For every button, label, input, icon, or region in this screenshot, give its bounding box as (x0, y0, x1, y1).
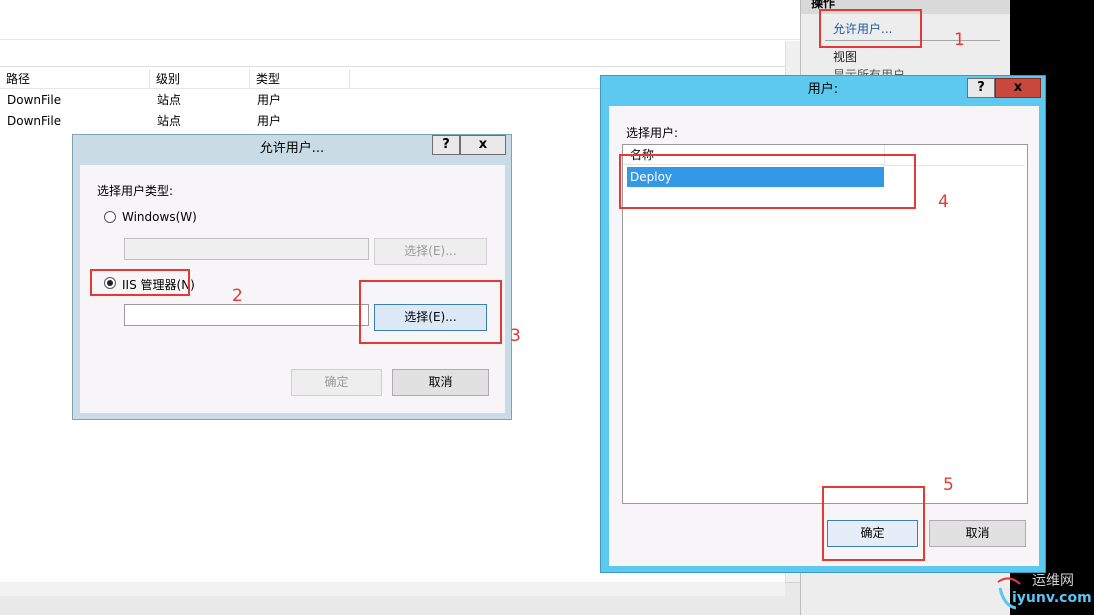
close-button[interactable]: x (995, 78, 1041, 98)
annotation-number-1: 1 (954, 30, 965, 50)
watermark-url: iyunv.com (1012, 590, 1092, 606)
annotation-number-3: 3 (510, 326, 521, 346)
select-user-label: 选择用户: (626, 126, 679, 140)
annotation-box-4 (619, 154, 916, 209)
cell-type: 用户 (257, 114, 282, 128)
watermark: 运维网 iyunv.com (990, 568, 1094, 615)
filter-bar (0, 41, 785, 67)
action-view-heading: 视图 (833, 50, 858, 64)
annotation-number-4: 4 (938, 192, 949, 212)
close-button[interactable]: x (460, 135, 506, 155)
annotation-box-2 (90, 269, 190, 296)
windows-select-button[interactable]: 选择(E)... (374, 238, 487, 265)
cell-path: DownFile (7, 93, 62, 107)
top-toolbar (0, 0, 800, 40)
cell-path: DownFile (7, 114, 62, 128)
help-button[interactable]: ? (432, 135, 460, 155)
iis-user-field[interactable] (124, 304, 369, 326)
cancel-button[interactable]: 取消 (392, 369, 489, 396)
annotation-number-2: 2 (232, 286, 243, 306)
user-type-label: 选择用户类型: (97, 184, 174, 198)
annotation-number-5: 5 (943, 475, 954, 495)
windows-radio-label[interactable]: Windows(W) (122, 210, 197, 224)
annotation-box-1 (819, 9, 922, 48)
annotation-box-5 (822, 486, 925, 561)
column-header-type[interactable]: 类型 (250, 69, 350, 89)
windows-radio[interactable] (104, 211, 116, 223)
cell-type: 用户 (257, 93, 282, 107)
cell-level: 站点 (157, 114, 182, 128)
column-header-level[interactable]: 级别 (150, 69, 250, 89)
watermark-text: 运维网 (1032, 573, 1074, 589)
help-button[interactable]: ? (967, 78, 995, 98)
windows-user-field[interactable] (124, 238, 369, 260)
cancel-button[interactable]: 取消 (929, 520, 1026, 547)
horizontal-scrollbar[interactable] (0, 582, 785, 596)
column-header-path[interactable]: 路径 (0, 69, 150, 89)
ok-button[interactable]: 确定 (291, 369, 382, 396)
cell-level: 站点 (157, 93, 182, 107)
annotation-box-3 (359, 280, 502, 344)
